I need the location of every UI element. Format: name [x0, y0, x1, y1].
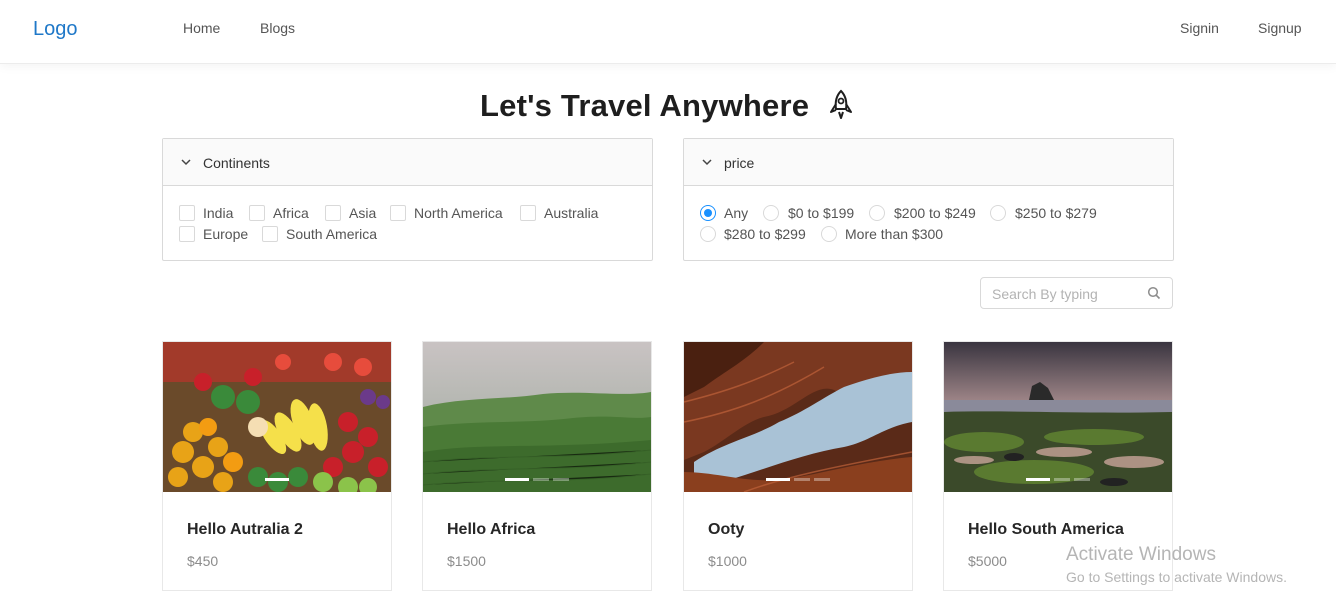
option-label[interactable]: Any: [724, 205, 748, 221]
rocket-icon: [826, 88, 856, 130]
radio-more-300[interactable]: [821, 226, 837, 242]
continents-panel-title: Continents: [203, 155, 270, 171]
nav-home[interactable]: Home: [183, 20, 220, 36]
page-title: Let's Travel Anywhere: [0, 88, 1336, 130]
option-label[interactable]: $250 to $279: [1015, 205, 1097, 221]
carousel-dot[interactable]: [505, 478, 529, 481]
search-box: [980, 277, 1173, 309]
search-input[interactable]: [992, 284, 1142, 304]
top-navbar: Logo Home Blogs Signin Signup: [0, 0, 1336, 64]
option-label[interactable]: Africa: [273, 205, 309, 221]
activation-watermark-text: Go to Settings to activate Windows.: [1066, 569, 1287, 585]
card-image-carousel[interactable]: [944, 342, 1172, 492]
search-icon[interactable]: [1147, 286, 1161, 305]
checkbox-north-america[interactable]: [390, 205, 406, 221]
option-label[interactable]: More than $300: [845, 226, 943, 242]
card-title: Hello Autralia 2: [187, 521, 303, 538]
card-price: $5000: [968, 553, 1007, 569]
price-filter-panel: price Any $0 to $199 $200 to $249 $250 t…: [683, 138, 1174, 261]
radio-any[interactable]: [700, 205, 716, 221]
carousel-dot[interactable]: [814, 478, 830, 481]
radio-280-299[interactable]: [700, 226, 716, 242]
checkbox-asia[interactable]: [325, 205, 341, 221]
radio-200-249[interactable]: [869, 205, 885, 221]
nav-blogs[interactable]: Blogs: [260, 20, 295, 36]
option-label[interactable]: Europe: [203, 226, 248, 242]
logo[interactable]: Logo: [33, 18, 78, 41]
carousel-dot[interactable]: [766, 478, 790, 481]
chevron-down-icon: [701, 155, 713, 173]
destination-card[interactable]: Hello Africa $1500: [422, 341, 652, 591]
option-label[interactable]: North America: [414, 205, 503, 221]
carousel-dot[interactable]: [1054, 478, 1070, 481]
carousel-dot[interactable]: [553, 478, 569, 481]
card-title: Hello South America: [968, 521, 1124, 538]
signup-link[interactable]: Signup: [1258, 20, 1302, 36]
carousel-dots: [944, 468, 1172, 486]
option-label[interactable]: $0 to $199: [788, 205, 854, 221]
card-title: Hello Africa: [447, 521, 536, 538]
option-label[interactable]: South America: [286, 226, 377, 242]
carousel-dot[interactable]: [533, 478, 549, 481]
carousel-dots: [684, 468, 912, 486]
card-price: $1000: [708, 553, 747, 569]
card-title: Ooty: [708, 521, 745, 538]
price-panel-title: price: [724, 155, 755, 171]
destination-card[interactable]: Hello Autralia 2 $450: [162, 341, 392, 591]
card-image-carousel[interactable]: [163, 342, 391, 492]
price-panel-header[interactable]: price: [684, 139, 1173, 186]
option-label[interactable]: $200 to $249: [894, 205, 976, 221]
carousel-dot[interactable]: [1026, 478, 1050, 481]
option-label[interactable]: Australia: [544, 205, 598, 221]
carousel-dot[interactable]: [265, 478, 289, 481]
radio-250-279[interactable]: [990, 205, 1006, 221]
carousel-dots: [163, 468, 391, 486]
card-price: $1500: [447, 553, 486, 569]
checkbox-australia[interactable]: [520, 205, 536, 221]
option-label[interactable]: India: [203, 205, 233, 221]
signin-link[interactable]: Signin: [1180, 20, 1219, 36]
card-image-carousel[interactable]: [423, 342, 651, 492]
continents-filter-panel: Continents India Africa Asia North Ameri…: [162, 138, 653, 261]
carousel-dot[interactable]: [794, 478, 810, 481]
chevron-down-icon: [180, 155, 192, 173]
option-label[interactable]: Asia: [349, 205, 376, 221]
radio-0-199[interactable]: [763, 205, 779, 221]
carousel-dots: [423, 468, 651, 486]
checkbox-south-america[interactable]: [262, 226, 278, 242]
page-title-text: Let's Travel Anywhere: [480, 88, 810, 123]
activation-watermark-title: Activate Windows: [1066, 544, 1216, 565]
card-price: $450: [187, 553, 219, 569]
checkbox-india[interactable]: [179, 205, 195, 221]
checkbox-europe[interactable]: [179, 226, 195, 242]
option-label[interactable]: $280 to $299: [724, 226, 806, 242]
continents-panel-header[interactable]: Continents: [163, 139, 652, 186]
checkbox-africa[interactable]: [249, 205, 265, 221]
carousel-dot[interactable]: [1074, 478, 1090, 481]
card-image-carousel[interactable]: [684, 342, 912, 492]
destination-card[interactable]: Ooty $1000: [683, 341, 913, 591]
